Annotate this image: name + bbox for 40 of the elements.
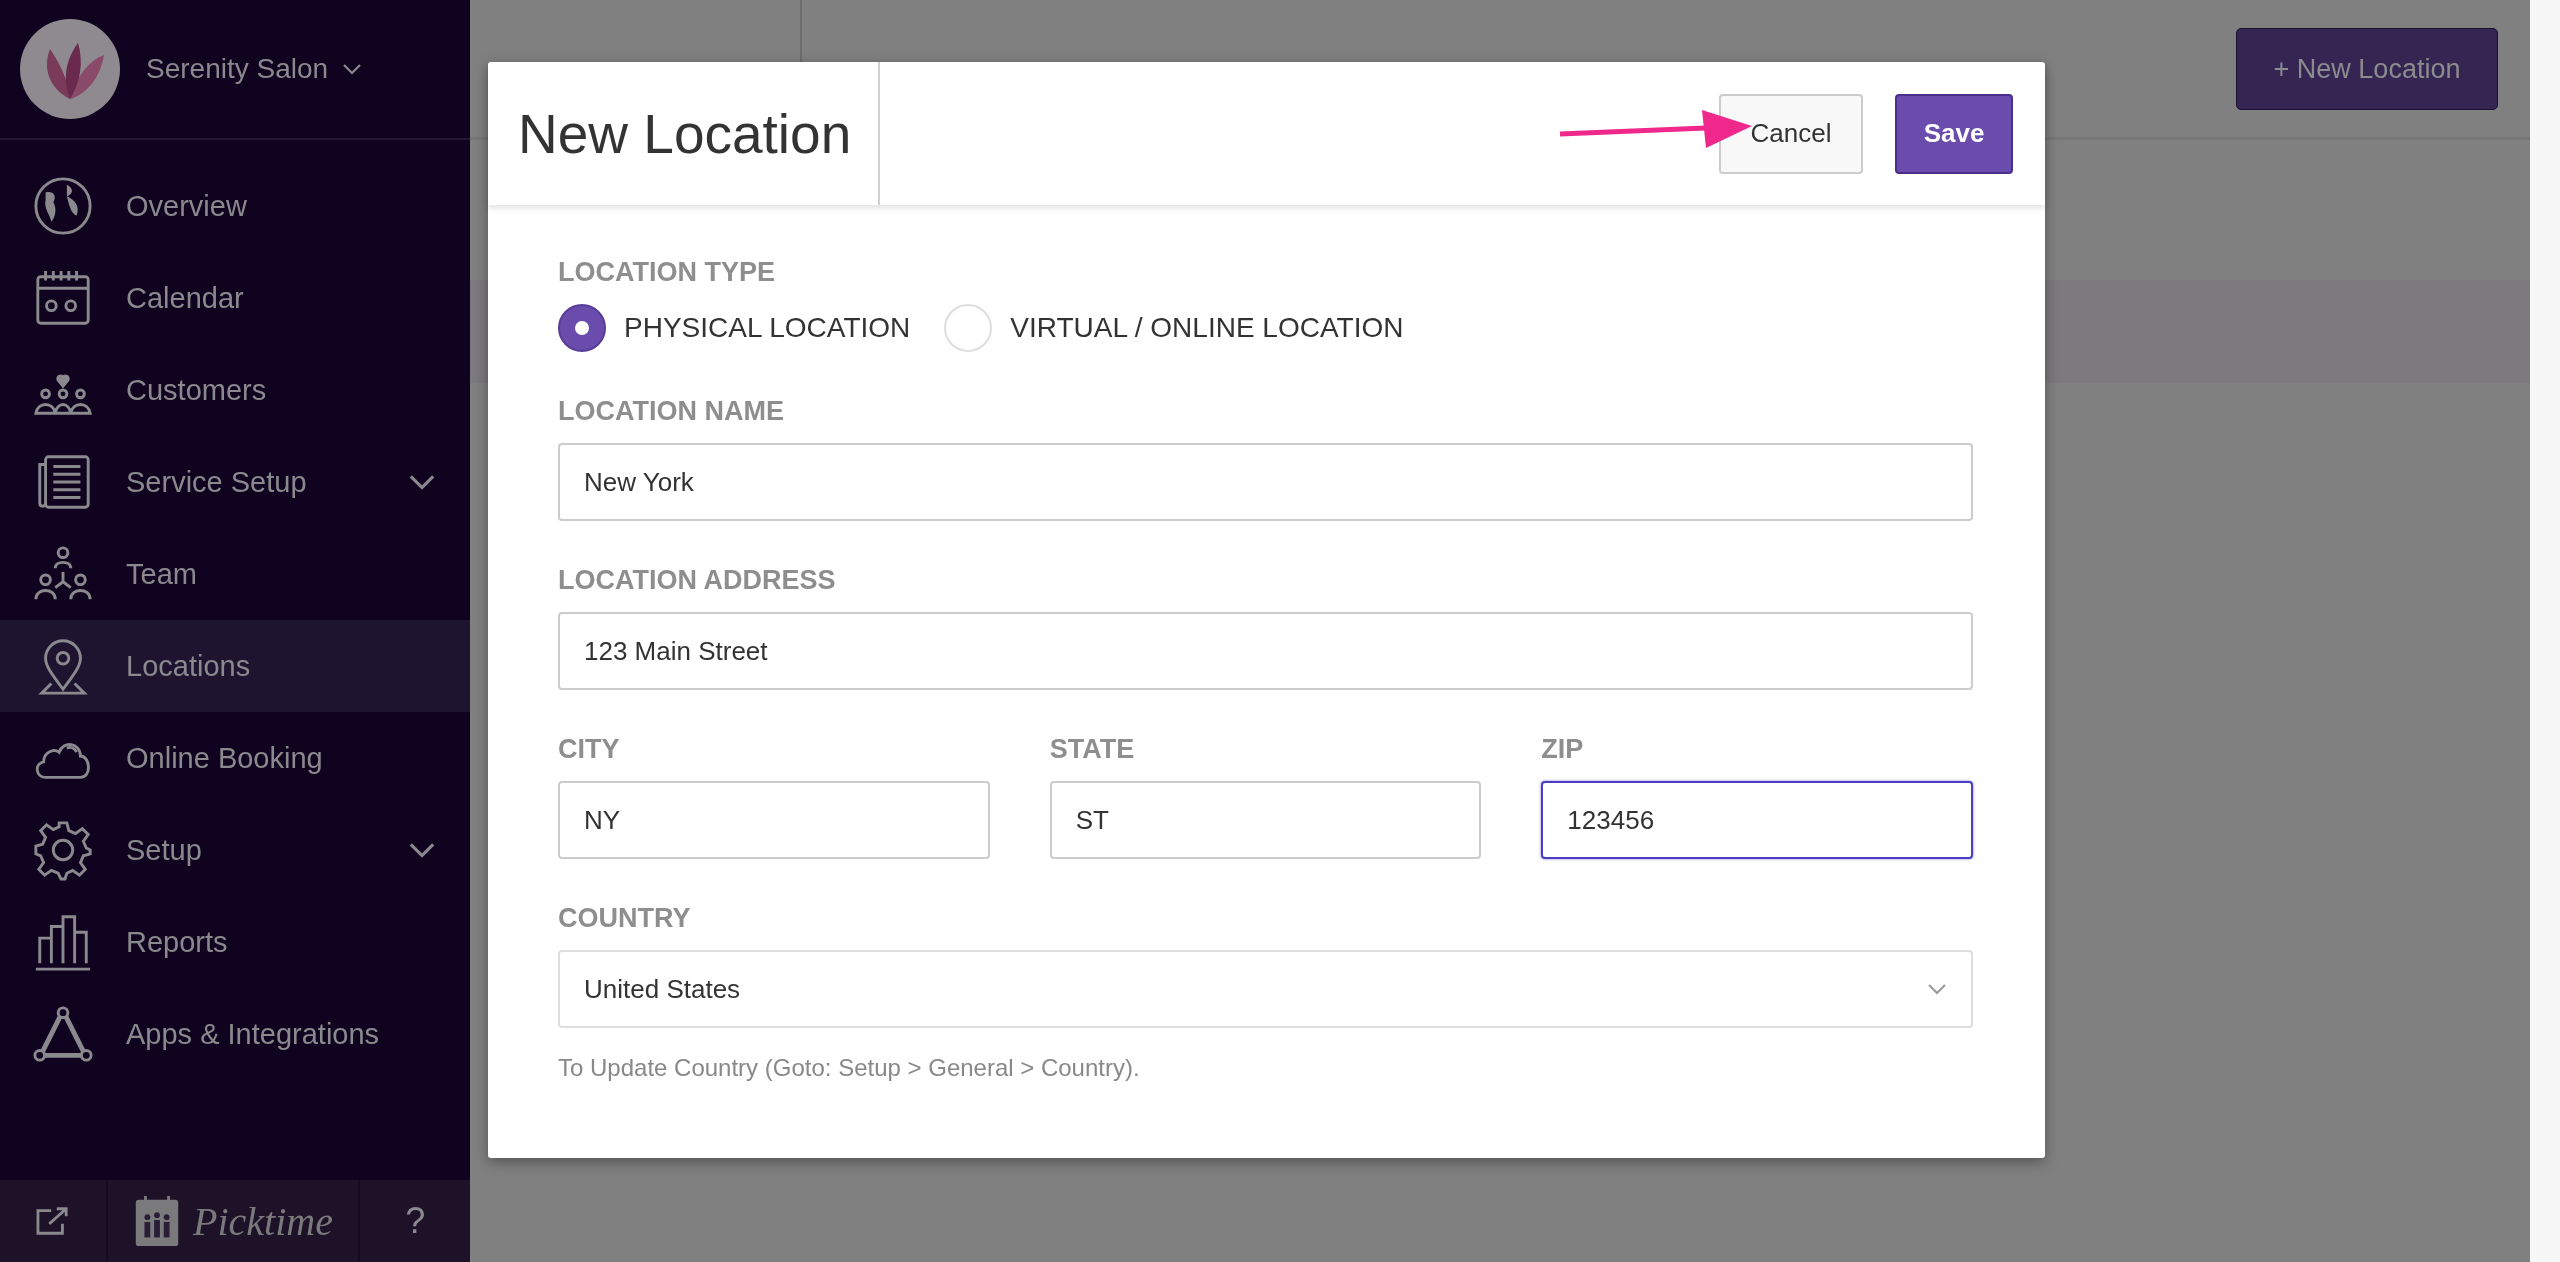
globe-icon <box>32 175 94 237</box>
sidebar-item[interactable]: Online Booking <box>0 712 470 804</box>
text-field[interactable]: NY <box>558 781 990 859</box>
sidebar-item[interactable]: Overview <box>0 160 470 252</box>
sidebar-item[interactable]: Team <box>0 528 470 620</box>
dialog-title: New Location <box>518 101 852 166</box>
field-label: CITY <box>558 734 621 765</box>
field-label: LOCATION NAME <box>558 396 785 427</box>
text-field[interactable]: ST <box>1049 781 1482 859</box>
new-location-button[interactable]: + New Location <box>2236 28 2498 110</box>
save-button[interactable]: Save <box>1895 93 2013 174</box>
account-switcher[interactable]: Serenity Salon <box>146 53 363 85</box>
cancel-button[interactable]: Cancel <box>1719 93 1863 174</box>
sidebar-item[interactable]: Service Setup <box>0 436 470 528</box>
triangle-nodes-icon <box>32 1003 94 1065</box>
settings-icon <box>32 819 94 881</box>
sidebar-item[interactable]: Setup <box>0 804 470 896</box>
logo-icon <box>20 19 120 119</box>
scrollbar[interactable] <box>2530 0 2560 1262</box>
sidebar-item[interactable]: Customers <box>0 344 470 436</box>
field-label: STATE <box>1049 734 1136 765</box>
text-field[interactable]: 123456 <box>1541 781 1973 859</box>
sidebar-item[interactable]: Reports <box>0 896 470 988</box>
field-label: LOCATION TYPE <box>558 257 776 288</box>
help-text: To Update Country (Goto: Setup > General > Country). <box>558 1054 1141 1082</box>
field-label: LOCATION ADDRESS <box>558 565 837 596</box>
sidebar-item[interactable]: Calendar <box>0 252 470 344</box>
text-field[interactable]: New York <box>558 443 1973 521</box>
sidebar-item[interactable]: Apps & Integrations <box>0 988 470 1080</box>
field-label: ZIP <box>1541 734 1585 765</box>
radio-button[interactable] <box>558 304 606 352</box>
text-field[interactable]: 123 Main Street <box>558 612 1973 690</box>
sidebar-item[interactable]: Locations <box>0 620 470 712</box>
chevron-icon <box>342 63 363 75</box>
brand-name: Picktime <box>193 1197 333 1245</box>
field-label: COUNTRY <box>558 903 692 934</box>
radio-label[interactable]: PHYSICAL LOCATION <box>624 312 911 344</box>
country-select[interactable]: United States <box>558 950 1973 1028</box>
radio-label[interactable]: VIRTUAL / ONLINE LOCATION <box>1010 312 1404 344</box>
chevron-icon <box>1927 983 1947 995</box>
